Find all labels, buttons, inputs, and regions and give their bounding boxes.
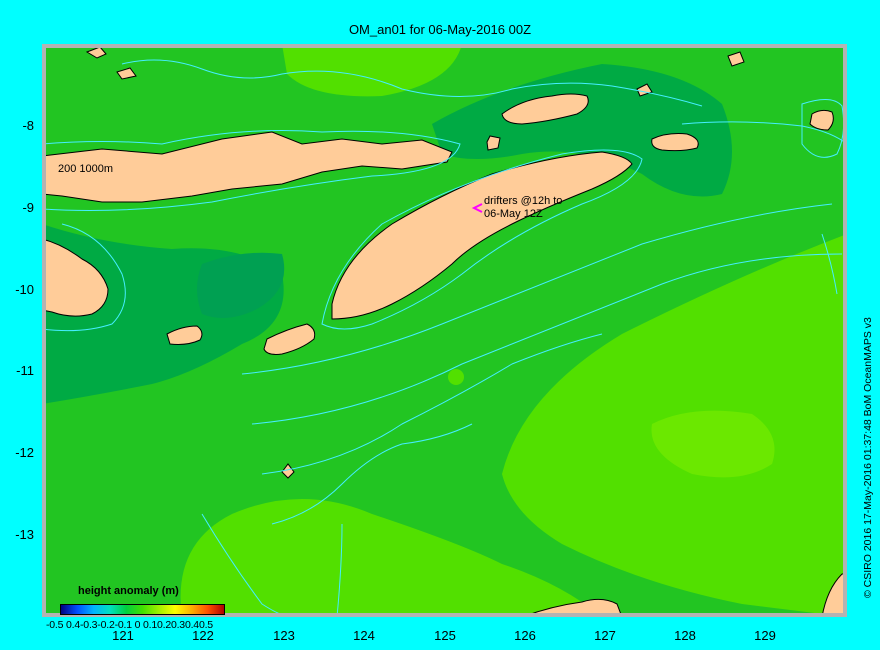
x-tick: 123 [273, 628, 295, 643]
drifters-label-line2: 06-May 12Z [484, 208, 543, 220]
y-tick: -11 [16, 363, 34, 378]
anomaly-spot [448, 369, 464, 385]
map-area[interactable] [42, 44, 847, 617]
x-tick: 128 [674, 628, 696, 643]
colorbar-labels: -0.5 0.4-0.3-0.2-0.1 0 0.10.20.30.40.5 [46, 619, 213, 631]
x-tick: 126 [514, 628, 536, 643]
island-alor [486, 135, 501, 151]
y-tick: -8 [22, 118, 34, 133]
x-tick: 125 [434, 628, 456, 643]
y-tick: -13 [15, 527, 34, 542]
contour-label: 200 1000m [58, 163, 114, 175]
x-tick: 124 [353, 628, 375, 643]
drifters-label-line1: drifters @12h to [484, 195, 563, 207]
y-tick: -12 [15, 445, 34, 460]
colorbar-title: height anomaly (m) [78, 585, 179, 597]
y-tick: -9 [22, 200, 34, 215]
colorbar [60, 604, 225, 615]
y-tick: -10 [15, 282, 34, 297]
credit-text: © CSIRO 2016 17-May-2016 01:37:48 BoM Oc… [862, 317, 874, 598]
x-tick: 129 [754, 628, 776, 643]
island-east [809, 109, 834, 131]
map-title: OM_an01 for 06-May-2016 00Z [348, 22, 532, 37]
x-tick: 127 [594, 628, 616, 643]
island-babar [651, 133, 699, 152]
height-anomaly-map [42, 44, 847, 617]
